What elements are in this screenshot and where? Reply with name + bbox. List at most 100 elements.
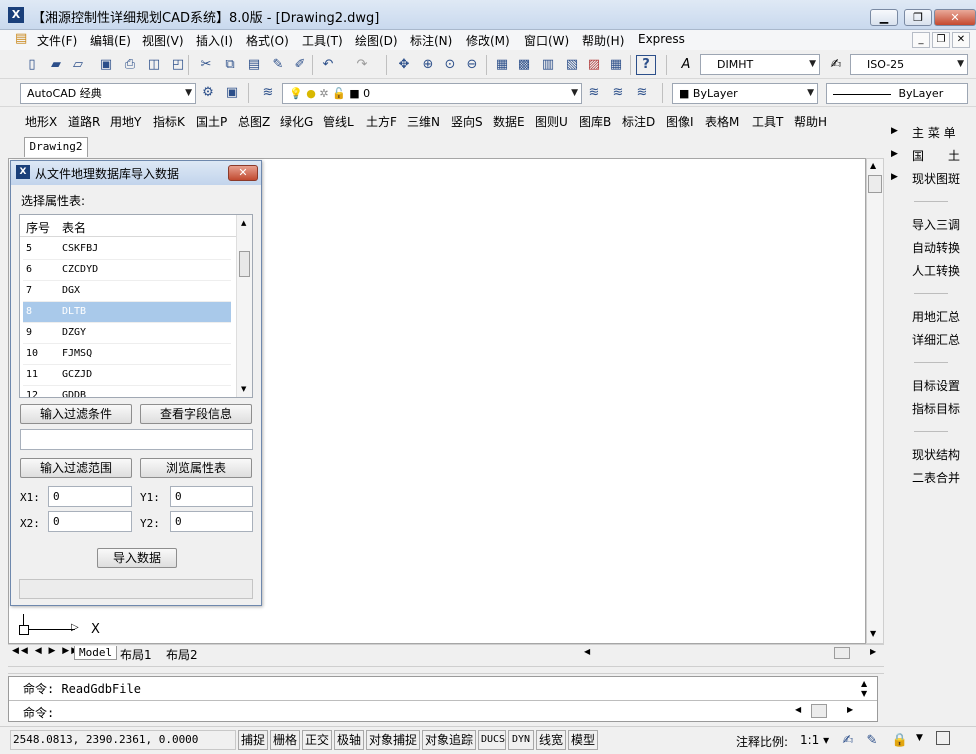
- status-menu-icon[interactable]: ▼: [916, 733, 923, 743]
- layer-state-icon[interactable]: ≋: [632, 83, 652, 103]
- properties-icon[interactable]: ▦: [492, 55, 512, 75]
- design-center-icon[interactable]: ▩: [514, 55, 534, 75]
- clean-screen-icon[interactable]: [936, 731, 950, 745]
- menu-item-0[interactable]: 文件(F): [37, 32, 77, 49]
- command-18[interactable]: 帮助H: [794, 113, 827, 130]
- command-13[interactable]: 图库B: [579, 113, 611, 130]
- command-8[interactable]: 土方F: [366, 113, 397, 130]
- close-button[interactable]: ✕: [934, 9, 976, 26]
- status-toggle-2[interactable]: 正交: [302, 730, 332, 750]
- dim-style-select[interactable]: DIMHT ▼: [700, 54, 820, 75]
- cut-icon[interactable]: ✂: [196, 55, 216, 75]
- cmd-scroll-up-icon[interactable]: ▲: [861, 679, 867, 688]
- annotation-visibility-icon[interactable]: ✍: [838, 731, 858, 751]
- browse-table-button[interactable]: 浏览属性表: [140, 458, 252, 478]
- cmd-scroll-down-icon[interactable]: ▼: [861, 689, 867, 698]
- zoom-window-icon[interactable]: ⊙: [440, 55, 460, 75]
- table-row[interactable]: 7 DGX: [23, 281, 231, 302]
- help-icon[interactable]: ?: [636, 55, 656, 75]
- annotation-scale-select[interactable]: 1:1 ▾: [800, 733, 829, 747]
- dimension-style-icon[interactable]: ✍: [826, 55, 846, 75]
- vertical-scrollbar[interactable]: ▲ ▼: [866, 158, 884, 644]
- command-11[interactable]: 数据E: [493, 113, 525, 130]
- command-prompt[interactable]: 命令:: [23, 704, 54, 721]
- menu-item-8[interactable]: 修改(M): [466, 32, 510, 49]
- menu-item-9[interactable]: 窗口(W): [524, 32, 569, 49]
- markup-icon[interactable]: ▨: [584, 55, 604, 75]
- mdi-minimize-button[interactable]: _: [912, 32, 930, 48]
- cmd-hscroll-left-icon[interactable]: ◀: [795, 705, 801, 714]
- table-row[interactable]: 8 DLTB: [23, 302, 231, 323]
- panel-item-4[interactable]: 导入三调: [912, 216, 960, 233]
- y2-input[interactable]: 0: [170, 511, 253, 532]
- panel-item-11[interactable]: 目标设置: [912, 377, 960, 394]
- table-row[interactable]: 10 FJMSQ: [23, 344, 231, 365]
- hscroll-thumb[interactable]: [834, 647, 850, 659]
- command-6[interactable]: 绿化G: [280, 113, 313, 130]
- linetype-select[interactable]: ByLayer: [826, 83, 968, 104]
- command-12[interactable]: 图则U: [535, 113, 568, 130]
- command-10[interactable]: 竖向S: [451, 113, 483, 130]
- input-range-button[interactable]: 输入过滤范围: [20, 458, 132, 478]
- view-fields-button[interactable]: 查看字段信息: [140, 404, 252, 424]
- workspace-select[interactable]: AutoCAD 经典 ▼: [20, 83, 196, 104]
- status-toggle-9[interactable]: 模型: [568, 730, 598, 750]
- workspace-save-icon[interactable]: ▣: [222, 83, 242, 103]
- menu-item-4[interactable]: 格式(O): [246, 32, 289, 49]
- command-15[interactable]: 图像I: [666, 113, 694, 130]
- hscroll-right-icon[interactable]: ▶: [870, 647, 876, 656]
- scroll-up-icon[interactable]: ▲: [870, 161, 876, 170]
- open-file-icon[interactable]: ▰: [46, 55, 66, 75]
- layout-nav-icons[interactable]: ◀◀ ◀ ▶ ▶▶: [12, 646, 80, 656]
- menu-item-6[interactable]: 绘图(D): [355, 32, 398, 49]
- menu-item-3[interactable]: 插入(I): [196, 32, 233, 49]
- tab-layout2[interactable]: 布局2: [166, 646, 198, 663]
- text-style-icon[interactable]: A: [676, 55, 696, 75]
- save-icon[interactable]: ▣: [96, 55, 116, 75]
- panel-item-1[interactable]: 国 土: [912, 147, 960, 164]
- tab-layout1[interactable]: 布局1: [120, 646, 152, 663]
- command-14[interactable]: 标注D: [622, 113, 655, 130]
- panel-item-15[interactable]: 二表合并: [912, 469, 960, 486]
- table-row[interactable]: 6 CZCDYD: [23, 260, 231, 281]
- zoom-realtime-icon[interactable]: ⊕: [418, 55, 438, 75]
- status-toggle-7[interactable]: DYN: [508, 730, 534, 750]
- open-sheet-icon[interactable]: ▱: [68, 55, 88, 75]
- menu-item-11[interactable]: Express: [638, 32, 685, 46]
- sheet-set-icon[interactable]: ▧: [562, 55, 582, 75]
- table-row[interactable]: 12 GDDB: [23, 386, 231, 397]
- filter-condition-field[interactable]: [20, 429, 253, 450]
- mdi-close-button[interactable]: ✕: [952, 32, 970, 48]
- plot-icon[interactable]: ⎙: [120, 55, 140, 75]
- status-toggle-6[interactable]: DUCS: [478, 730, 506, 750]
- command-window[interactable]: 命令: ReadGdbFile 命令: ▲ ▼ ◀ ▶: [8, 676, 878, 722]
- calculator-icon[interactable]: ▦: [606, 55, 626, 75]
- color-select[interactable]: ■ ByLayer ▼: [672, 83, 818, 104]
- copy-icon[interactable]: ⧉: [220, 55, 240, 75]
- paste-icon[interactable]: ▤: [244, 55, 264, 75]
- panel-item-0[interactable]: 主 菜 单: [912, 124, 956, 141]
- match-properties-icon[interactable]: ✎: [268, 55, 288, 75]
- menu-item-5[interactable]: 工具(T): [302, 32, 343, 49]
- command-4[interactable]: 国土P: [196, 113, 227, 130]
- text-style-select[interactable]: ISO-25 ▼: [850, 54, 968, 75]
- publish-icon[interactable]: ◰: [168, 55, 188, 75]
- cmd-hscroll-right-icon[interactable]: ▶: [847, 705, 853, 714]
- command-window-handle[interactable]: [8, 666, 884, 674]
- layer-previous-icon[interactable]: ≋: [608, 83, 628, 103]
- status-toggle-8[interactable]: 线宽: [536, 730, 566, 750]
- menu-item-7[interactable]: 标注(N): [410, 32, 452, 49]
- import-data-button[interactable]: 导入数据: [97, 548, 177, 568]
- menu-item-1[interactable]: 编辑(E): [90, 32, 131, 49]
- x2-input[interactable]: 0: [48, 511, 132, 532]
- mdi-restore-button[interactable]: ❐: [932, 32, 950, 48]
- command-5[interactable]: 总图Z: [238, 113, 270, 130]
- x1-input[interactable]: 0: [48, 486, 132, 507]
- command-2[interactable]: 用地Y: [110, 113, 141, 130]
- panel-item-5[interactable]: 自动转换: [912, 239, 960, 256]
- minimize-button[interactable]: ▁: [870, 9, 898, 26]
- toolbar-lock-icon[interactable]: 🔒: [890, 731, 910, 751]
- status-toggle-1[interactable]: 栅格: [270, 730, 300, 750]
- panel-item-2[interactable]: 现状图斑: [912, 170, 960, 187]
- table-row[interactable]: 11 GCZJD: [23, 365, 231, 386]
